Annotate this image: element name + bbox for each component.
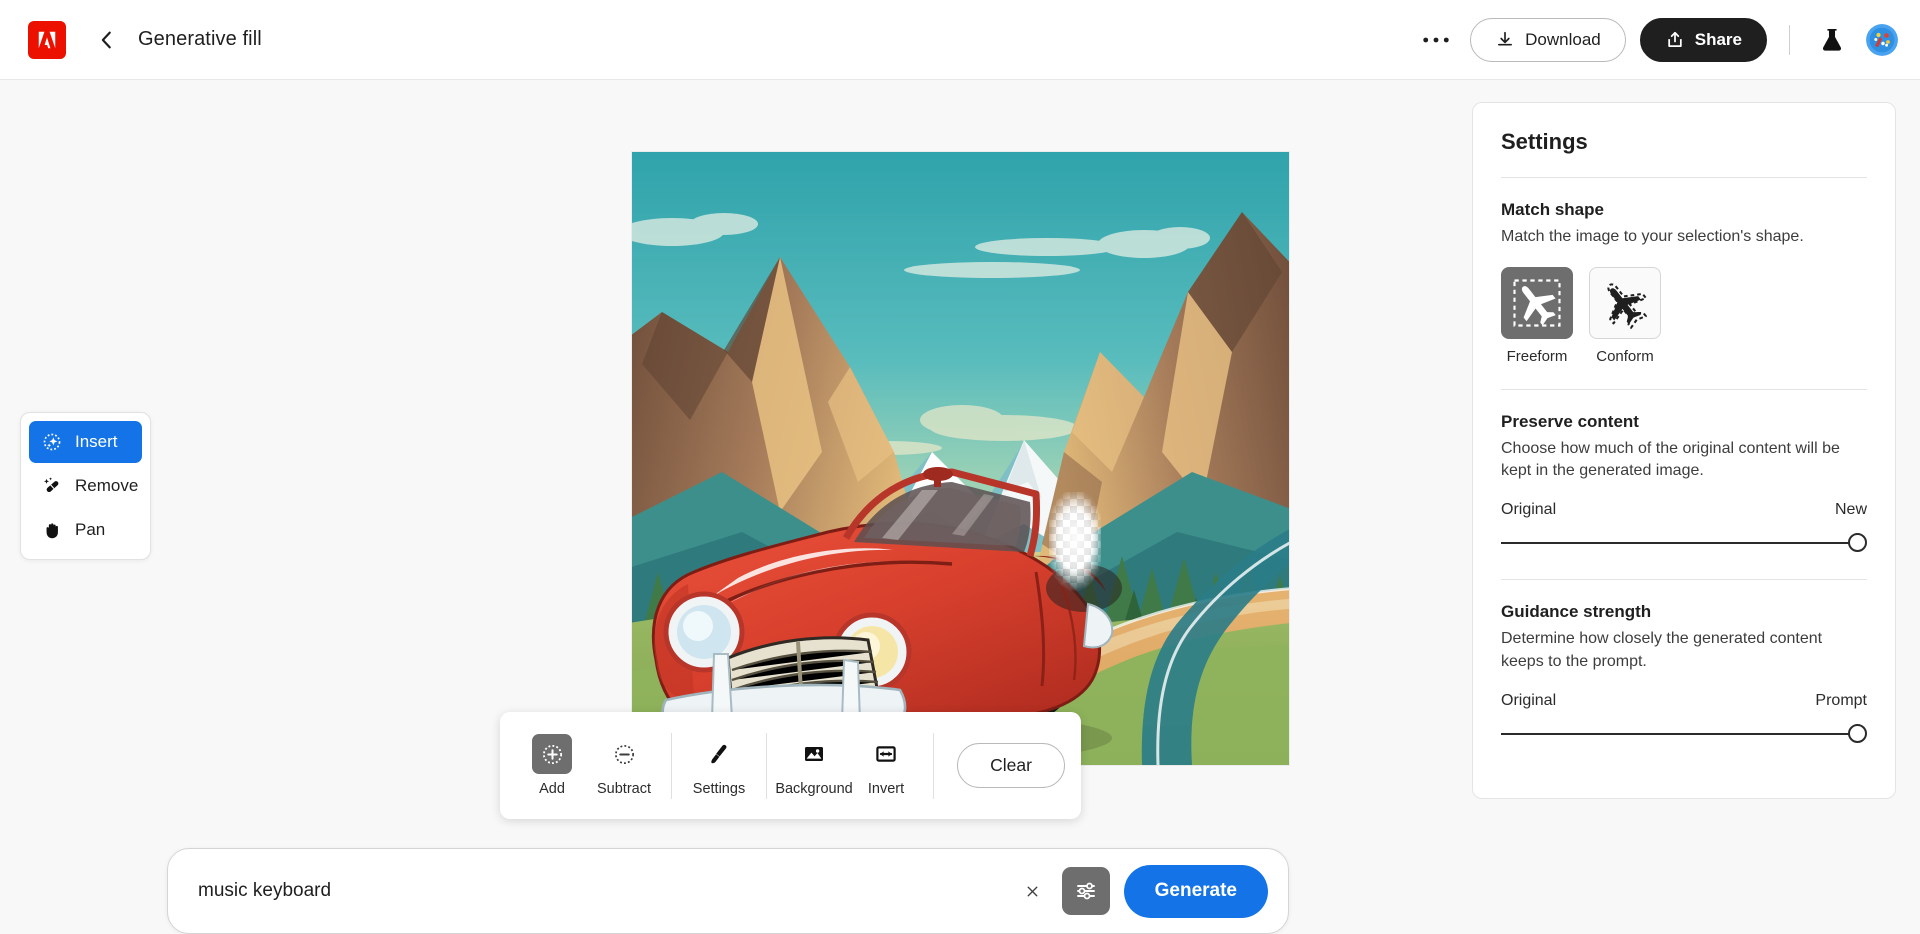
- preserve-content-heading: Preserve content: [1501, 411, 1639, 431]
- preserve-content-max-label: New: [1834, 501, 1867, 519]
- preserve-content-slider[interactable]: [1501, 533, 1867, 553]
- selection-label-subtract: Subtract: [597, 781, 651, 797]
- settings-divider-2: [1501, 579, 1867, 581]
- subtract-selection-icon: [604, 734, 644, 774]
- header-actions: Download Share: [1416, 17, 1920, 62]
- match-shape-heading: Match shape: [1501, 200, 1604, 219]
- page-title: Generative fill: [138, 28, 262, 50]
- hand-pan-icon: [41, 519, 63, 541]
- prompt-input[interactable]: [198, 880, 1018, 902]
- match-shape-label-freeform: Freeform: [1506, 347, 1568, 365]
- settings-panel: Settings Match shape Match the image to …: [1472, 102, 1896, 799]
- match-shape-option-freeform[interactable]: Freeform: [1501, 266, 1573, 365]
- selection-tool-add[interactable]: Add: [516, 734, 588, 797]
- toolbar-divider-1: [671, 732, 672, 799]
- selection-label-invert: Invert: [867, 781, 905, 797]
- add-selection-icon: [532, 734, 572, 774]
- tool-label-insert: Insert: [75, 432, 118, 451]
- selection-label-background: Background: [775, 781, 853, 797]
- settings-title: Settings: [1501, 129, 1588, 154]
- selection-tool-invert[interactable]: Invert: [850, 734, 922, 797]
- adobe-logo-icon[interactable]: [28, 20, 66, 59]
- guidance-strength-section: Guidance strength Determine how closely …: [1501, 602, 1867, 743]
- download-label: Download: [1525, 29, 1601, 49]
- guidance-strength-slider[interactable]: [1501, 723, 1867, 744]
- settings-divider-top: [1501, 177, 1867, 178]
- artboard-image[interactable]: [632, 152, 1289, 765]
- preserve-content-slider-track: [1501, 542, 1857, 545]
- app-header: Generative fill Download Share: [0, 0, 1920, 80]
- guidance-strength-slider-track: [1501, 732, 1857, 735]
- selection-tool-subtract[interactable]: Subtract: [588, 734, 660, 797]
- prompt-bar: Generate: [167, 848, 1289, 934]
- selection-mode-group: Add Subtract: [516, 712, 660, 819]
- match-shape-option-conform[interactable]: Conform: [1589, 266, 1661, 365]
- beaker-icon[interactable]: [1812, 20, 1852, 60]
- tool-label-remove: Remove: [75, 476, 139, 495]
- tool-label-pan: Pan: [75, 520, 106, 539]
- image-background-icon: [794, 734, 834, 774]
- canvas-area[interactable]: Insert Remove Pan Add Subtract Settings …: [0, 80, 1475, 934]
- selection-extras-group: Background Invert: [775, 712, 922, 819]
- clear-selection-button[interactable]: Clear: [957, 743, 1065, 788]
- match-shape-section: Match shape Match the image to your sele…: [1501, 200, 1867, 365]
- guidance-strength-min-label: Original: [1501, 691, 1557, 709]
- avatar[interactable]: [1866, 23, 1898, 56]
- share-icon: [1665, 30, 1685, 50]
- brush-icon: [699, 734, 739, 774]
- sliders-icon[interactable]: [1061, 867, 1110, 915]
- selection-toolbar: Add Subtract Settings Background Invert …: [500, 712, 1081, 819]
- selection-mask-region[interactable]: [1049, 492, 1101, 592]
- toolbar-divider-3: [933, 732, 934, 799]
- selection-label-add: Add: [539, 781, 565, 797]
- match-shape-description: Match the image to your selection's shap…: [1501, 228, 1804, 245]
- tool-item-pan[interactable]: Pan: [29, 509, 142, 551]
- invert-selection-icon: [866, 734, 906, 774]
- guidance-strength-heading: Guidance strength: [1501, 602, 1652, 622]
- preserve-content-slider-labels: Original New: [1501, 501, 1867, 519]
- tool-item-remove[interactable]: Remove: [29, 465, 142, 507]
- share-button[interactable]: Share: [1639, 17, 1767, 62]
- preserve-content-slider-knob[interactable]: [1848, 533, 1867, 553]
- guidance-strength-slider-labels: Original Prompt: [1501, 692, 1867, 710]
- settings-divider-1: [1501, 388, 1867, 390]
- preserve-content-min-label: Original: [1501, 501, 1557, 519]
- selection-tool-background[interactable]: Background: [775, 734, 853, 797]
- guidance-strength-description: Determine how closely the generated cont…: [1501, 630, 1823, 670]
- guidance-strength-slider-knob[interactable]: [1848, 723, 1867, 743]
- magic-wand-eraser-icon: [41, 475, 63, 497]
- airplane-freeform-icon: [1501, 266, 1573, 339]
- more-options-button[interactable]: [1416, 20, 1456, 60]
- tool-item-insert[interactable]: Insert: [29, 421, 142, 463]
- back-button[interactable]: [94, 27, 120, 53]
- match-shape-label-conform: Conform: [1596, 347, 1654, 365]
- match-shape-options: Freeform Conform: [1501, 266, 1867, 365]
- selection-label-settings: Settings: [692, 781, 746, 797]
- share-label: Share: [1694, 29, 1742, 49]
- airplane-conform-icon: [1589, 266, 1661, 339]
- toolbar-divider-2: [766, 732, 767, 799]
- sparkle-selection-icon: [41, 431, 63, 453]
- download-icon: [1495, 30, 1515, 50]
- close-icon[interactable]: [1018, 876, 1048, 906]
- preserve-content-section: Preserve content Choose how much of the …: [1501, 412, 1867, 553]
- download-button[interactable]: Download: [1470, 17, 1626, 62]
- tool-panel: Insert Remove Pan: [20, 412, 151, 560]
- header-divider: [1789, 24, 1790, 55]
- guidance-strength-max-label: Prompt: [1815, 691, 1867, 709]
- preserve-content-description: Choose how much of the original content …: [1501, 439, 1840, 480]
- selection-tool-settings[interactable]: Settings: [683, 734, 755, 797]
- generate-button[interactable]: Generate: [1123, 864, 1268, 918]
